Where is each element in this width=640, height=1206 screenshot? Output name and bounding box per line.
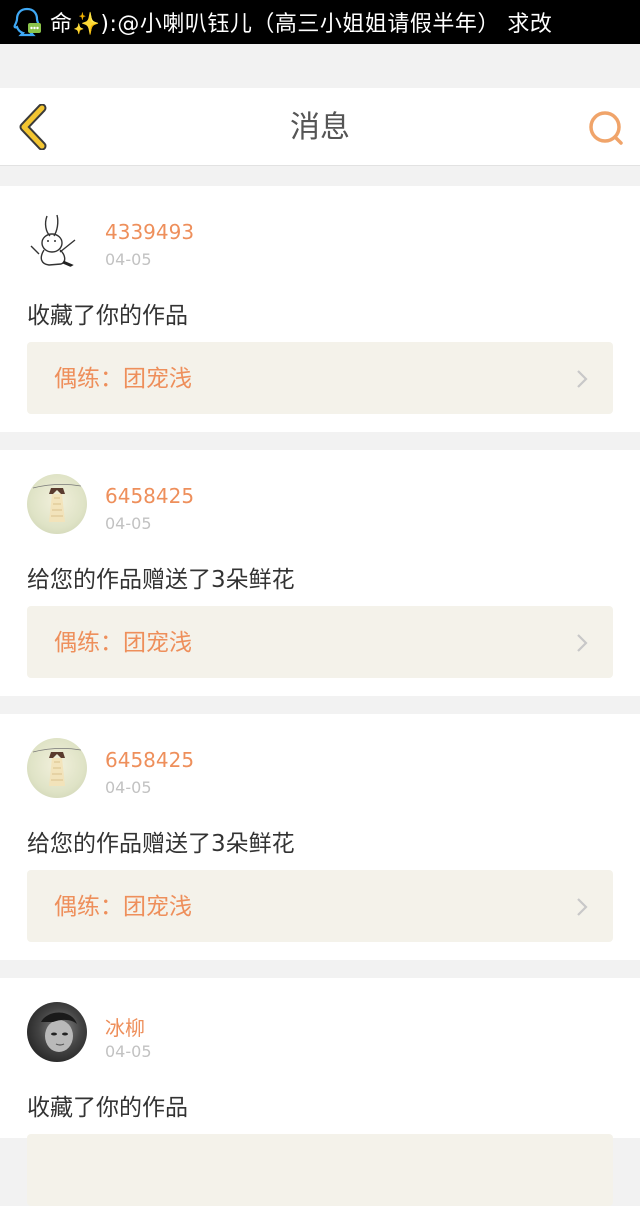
message-card: 冰柳 04-05 收藏了你的作品 bbox=[0, 978, 640, 1206]
work-title: 偶练：团宠浅 bbox=[54, 630, 192, 656]
notification-text: 命✨):@小喇叭钰儿（高三小姐姐请假半年） 求改 bbox=[50, 12, 553, 37]
work-link[interactable] bbox=[27, 1134, 613, 1206]
avatar[interactable] bbox=[27, 738, 87, 798]
message-text: 给您的作品赠送了3朵鲜花 bbox=[27, 567, 295, 593]
message-text: 收藏了你的作品 bbox=[27, 303, 188, 329]
username[interactable]: 4339493 bbox=[105, 220, 194, 244]
dress-photo-avatar bbox=[32, 484, 82, 522]
work-title: 偶练：团宠浅 bbox=[54, 894, 192, 920]
message-card: 6458425 04-05 给您的作品赠送了3朵鲜花 偶练：团宠浅 bbox=[0, 714, 640, 960]
message-card: 4339493 04-05 收藏了你的作品 偶练：团宠浅 bbox=[0, 186, 640, 432]
chevron-right-icon bbox=[577, 634, 588, 652]
search-button[interactable] bbox=[586, 108, 626, 148]
chevron-right-icon bbox=[577, 370, 588, 388]
work-title: 偶练：团宠浅 bbox=[54, 366, 192, 392]
message-date: 04-05 bbox=[105, 514, 152, 533]
avatar[interactable] bbox=[27, 210, 87, 270]
qq-notification-icon bbox=[12, 6, 42, 38]
page-header: 消息 bbox=[0, 88, 640, 166]
face-photo-avatar bbox=[41, 1012, 77, 1052]
message-date: 04-05 bbox=[105, 1042, 152, 1061]
message-date: 04-05 bbox=[105, 250, 152, 269]
message-card: 6458425 04-05 给您的作品赠送了3朵鲜花 偶练：团宠浅 bbox=[0, 450, 640, 696]
page-title: 消息 bbox=[290, 110, 350, 145]
username[interactable]: 6458425 bbox=[105, 748, 194, 772]
message-text: 收藏了你的作品 bbox=[27, 1095, 188, 1121]
chevron-right-icon bbox=[577, 898, 588, 916]
avatar[interactable] bbox=[27, 474, 87, 534]
username[interactable]: 冰柳 bbox=[105, 1012, 145, 1041]
avatar[interactable] bbox=[27, 1002, 87, 1062]
work-link[interactable]: 偶练：团宠浅 bbox=[27, 870, 613, 942]
status-bar: 命✨):@小喇叭钰儿（高三小姐姐请假半年） 求改 bbox=[0, 0, 640, 44]
message-date: 04-05 bbox=[105, 778, 152, 797]
username[interactable]: 6458425 bbox=[105, 484, 194, 508]
search-icon bbox=[589, 111, 623, 145]
dress-photo-avatar bbox=[32, 748, 82, 786]
work-link[interactable]: 偶练：团宠浅 bbox=[27, 342, 613, 414]
message-text: 给您的作品赠送了3朵鲜花 bbox=[27, 831, 295, 857]
rabbit-sketch-avatar bbox=[30, 214, 78, 270]
work-link[interactable]: 偶练：团宠浅 bbox=[27, 606, 613, 678]
